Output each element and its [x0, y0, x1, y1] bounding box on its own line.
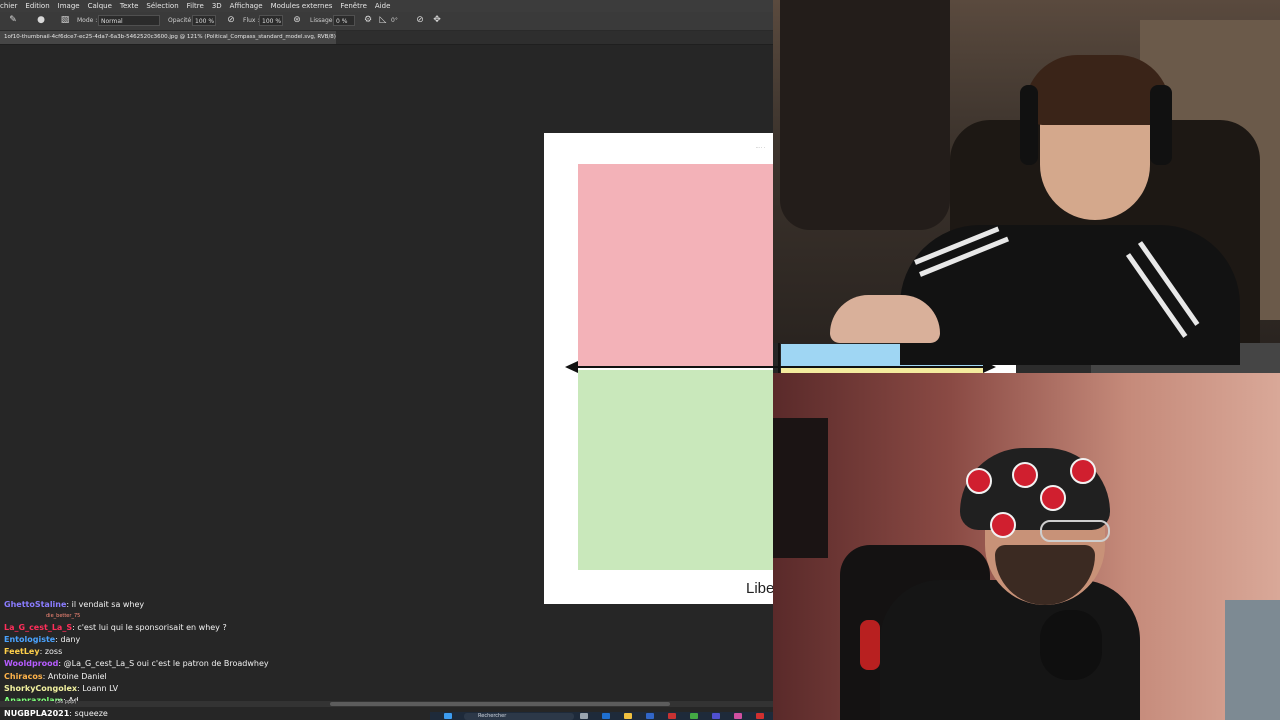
chat-username[interactable]: Entologiste [4, 635, 55, 644]
chat-text: dany [60, 635, 81, 644]
brush-tool-icon[interactable]: ✎ [8, 15, 18, 25]
menu-help[interactable]: Aide [375, 2, 390, 10]
app-icon[interactable] [756, 713, 764, 719]
angle-icon: ◺ [379, 15, 387, 25]
symmetry-icon[interactable]: ✥ [432, 15, 442, 25]
menu-window[interactable]: Fenêtre [340, 2, 366, 10]
app-icon[interactable] [712, 713, 720, 719]
taskview-icon[interactable] [580, 713, 588, 719]
beanie-badge-icon [1070, 458, 1096, 484]
menu-text[interactable]: Texte [120, 2, 138, 10]
chat-text: Antoine Daniel [47, 672, 107, 681]
menu-layer[interactable]: Calque [88, 2, 112, 10]
microphone-icon [1040, 610, 1102, 680]
app-icon[interactable] [734, 713, 742, 719]
webcam-bottom-chair-accent [860, 620, 880, 670]
beanie-badge-icon [990, 512, 1016, 538]
chat-message: ShorkyCongolex: Loann LV [4, 684, 119, 693]
beanie-badge-icon [1012, 462, 1038, 488]
chat-text: @La_G_cest_La_S oui c'est le patron de B… [63, 659, 269, 668]
pressure-opacity-icon[interactable]: ⊘ [226, 15, 236, 25]
chat-username[interactable]: La_G_cest_La_S [4, 623, 72, 632]
flow-field[interactable]: 100 % [259, 15, 283, 26]
brush-preset-icon[interactable]: ● [36, 15, 46, 25]
chat-username[interactable]: NUGBPLA2021 [4, 709, 69, 718]
quadrant-libertarian-left [578, 370, 773, 570]
menu-filter[interactable]: Filtre [187, 2, 204, 10]
glasses-icon [1040, 520, 1110, 542]
chat-username[interactable]: ShorkyCongolex [4, 684, 77, 693]
chat-text: c'est lui qui le sponsorisait en whey ? [77, 623, 227, 632]
taskbar-search[interactable]: Rechercher [464, 713, 574, 720]
windows-start-icon[interactable] [444, 713, 452, 719]
chat-text: il vendait sa whey [71, 600, 145, 609]
chat-username[interactable]: Wooldprood [4, 659, 58, 668]
webcam-bottom-screen [773, 418, 828, 558]
webcam-top-clothes [780, 0, 950, 230]
mode-select[interactable]: Normal [98, 15, 160, 26]
chat-message: FeetLey: zoss [4, 647, 63, 656]
chat-message: NUGBPLA2021: squeeze [4, 709, 108, 718]
webcam-bottom-monitor [1225, 600, 1280, 720]
menu-file[interactable]: chier [0, 2, 17, 10]
app-icon[interactable] [646, 713, 654, 719]
beanie-badge-icon [966, 468, 992, 494]
chat-sub-badge: die_better_75 [46, 613, 81, 619]
webcam-top-person-hand [830, 295, 940, 343]
axis-label: Libe [746, 580, 773, 597]
document-tab-bar: 1of10-thumbnail-4cf6dce7-ec25-4da7-6a3b-… [0, 31, 773, 45]
chat-message: GhettoStaline: il vendait sa whey [4, 600, 145, 609]
opacity-field[interactable]: 100 % [192, 15, 216, 26]
brush-panel-icon[interactable]: ▧ [60, 15, 70, 25]
document-canvas[interactable] [544, 133, 773, 604]
chat-text: Loann LV [82, 684, 119, 693]
chat-username[interactable]: Chiracos [4, 672, 43, 681]
chat-message: Entologiste: dany [4, 635, 81, 644]
chat-text: squeeze [74, 709, 108, 718]
headset-icon [1020, 85, 1038, 165]
gear-icon[interactable]: ⚙ [363, 15, 373, 25]
pressure-size-icon[interactable]: ⊘ [415, 15, 425, 25]
beanie-badge-icon [1040, 485, 1066, 511]
document-corner-text: ··· · · [756, 145, 765, 150]
chat-username[interactable]: FeetLey [4, 647, 40, 656]
smoothing-field[interactable]: 0 % [333, 15, 355, 26]
menu-3d[interactable]: 3D [212, 2, 222, 10]
menu-bar: chier Edition Image Calque Texte Sélecti… [0, 0, 773, 12]
app-icon[interactable] [690, 713, 698, 719]
vertical-axis [778, 343, 780, 373]
menu-plugins[interactable]: Modules externes [271, 2, 333, 10]
chat-overlay: GhettoStaline: il vendait sa whey die_be… [0, 600, 520, 708]
flow-label: Flux : [243, 17, 260, 24]
headset-icon [1150, 85, 1172, 165]
menu-image[interactable]: Image [58, 2, 80, 10]
folder-icon[interactable] [624, 713, 632, 719]
chat-text: zoss [44, 647, 63, 656]
arrow-left-icon [565, 361, 578, 373]
scrollbar-thumb[interactable] [330, 702, 670, 706]
status-zoom: (36 ppp) [55, 699, 77, 705]
photoshop-icon[interactable] [602, 713, 610, 719]
chat-message: La_G_cest_La_S: c'est lui qui le sponsor… [4, 623, 227, 632]
menu-selection[interactable]: Sélection [146, 2, 178, 10]
chat-message: Wooldprood: @La_G_cest_La_S oui c'est le… [4, 659, 269, 668]
chat-username[interactable]: GhettoStaline [4, 600, 66, 609]
airbrush-icon[interactable]: ⊛ [292, 15, 302, 25]
app-icon[interactable] [668, 713, 676, 719]
document-tab[interactable]: 1of10-thumbnail-4cf6dce7-ec25-4da7-6a3b-… [0, 31, 336, 44]
menu-view[interactable]: Affichage [230, 2, 263, 10]
angle-value[interactable]: 0° [391, 17, 398, 24]
mode-label: Mode : [77, 17, 98, 24]
tool-options-bar: ✎ ● ▧ Mode : Normal Opacité : 100 % ⊘ Fl… [0, 12, 773, 31]
webcam-top-person-hair [1025, 55, 1170, 125]
horizontal-scrollbar[interactable] [0, 701, 773, 707]
quadrant-authoritarian-left [578, 164, 773, 366]
chat-message: Chiracos: Antoine Daniel [4, 672, 107, 681]
menu-edit[interactable]: Edition [25, 2, 49, 10]
